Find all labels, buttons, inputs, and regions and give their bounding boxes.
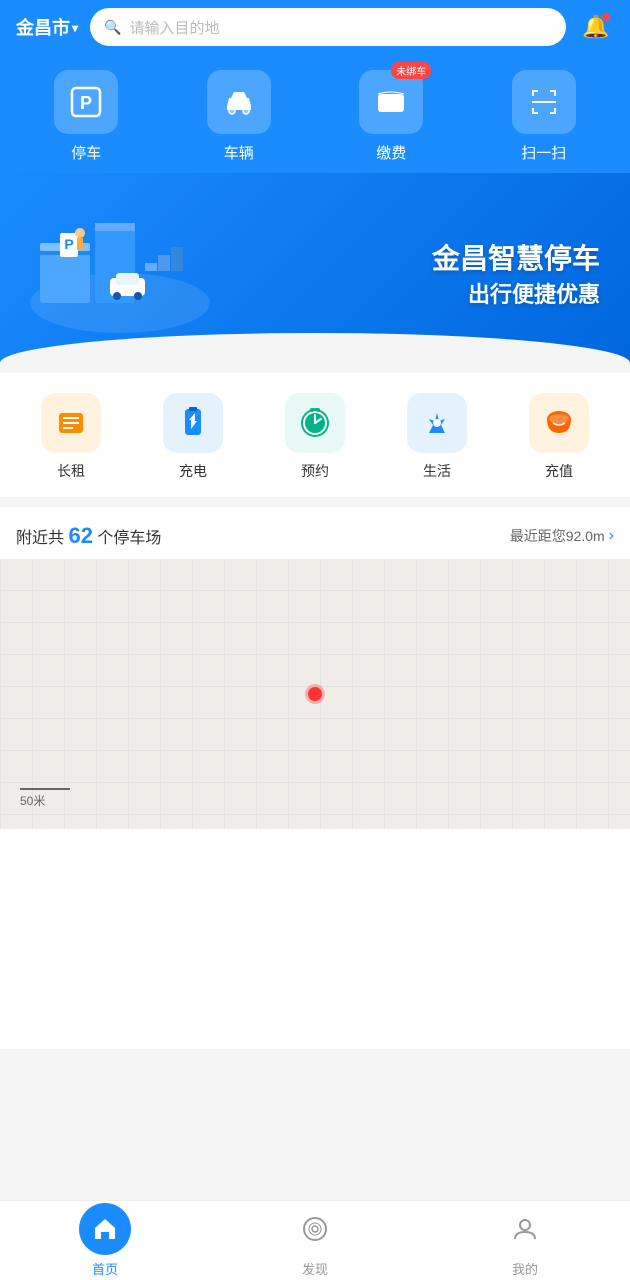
bottom-nav-mine[interactable]: 我的 [485, 1203, 565, 1278]
home-icon-wrap [79, 1203, 131, 1255]
nav-item-parking[interactable]: P 停车 [54, 70, 118, 163]
bottom-nav-home[interactable]: 首页 [65, 1203, 145, 1278]
service-item-reservation[interactable]: 预约 [285, 393, 345, 481]
city-selector[interactable]: 金昌市 ▾ [16, 14, 78, 40]
map-user-location [308, 687, 322, 701]
nav-item-vehicle[interactable]: 车辆 [207, 70, 271, 163]
parking-count-suffix: 个停车场 [97, 530, 161, 547]
home-label: 首页 [92, 1259, 118, 1278]
home-icon [91, 1215, 119, 1243]
parking-count: 附近共 62 个停车场 [16, 523, 161, 549]
reservation-icon [285, 393, 345, 453]
bottom-nav: 首页 发现 我的 [0, 1200, 630, 1280]
distance-chevron: › [609, 527, 614, 545]
recharge-icon [529, 393, 589, 453]
parking-icon-box: P [54, 70, 118, 134]
service-item-recharge[interactable]: 充值 [529, 393, 589, 481]
search-icon: 🔍 [104, 19, 121, 36]
banner-line1: 金昌智慧停车 [432, 237, 600, 277]
service-item-life[interactable]: 生活 [407, 393, 467, 481]
mine-icon-wrap [499, 1203, 551, 1255]
life-label: 生活 [423, 461, 451, 481]
notification-dot [602, 13, 610, 21]
mine-label: 我的 [512, 1259, 538, 1278]
search-bar[interactable]: 🔍 请输入目的地 [90, 8, 566, 46]
service-item-long-rent[interactable]: 长租 [41, 393, 101, 481]
services-row: 长租 充电 [10, 393, 620, 481]
payment-icon [373, 84, 409, 120]
parking-label: 停车 [71, 142, 101, 163]
search-placeholder: 请输入目的地 [129, 17, 219, 38]
map-scale: 50米 [20, 788, 70, 809]
scan-label: 扫一扫 [521, 142, 566, 163]
banner: P 金昌智慧停车 出行便捷优惠 [0, 173, 630, 373]
content-below-map [0, 829, 630, 1049]
vehicle-icon-box [207, 70, 271, 134]
banner-line2: 出行便捷优惠 [432, 277, 600, 309]
map-area[interactable]: 50米 [0, 559, 630, 829]
parking-distance[interactable]: 最近距您92.0m › [510, 526, 614, 546]
long-rent-label: 长租 [57, 461, 85, 481]
svg-text:P: P [80, 93, 92, 113]
parking-icon: P [68, 84, 104, 120]
map-scale-line [20, 788, 70, 790]
life-icon [407, 393, 467, 453]
recharge-label: 充值 [545, 461, 573, 481]
mine-icon [511, 1215, 539, 1243]
vehicle-icon [221, 84, 257, 120]
banner-illustration: P [10, 183, 230, 343]
scan-icon [526, 84, 562, 120]
long-rent-icon [41, 393, 101, 453]
distance-label: 最近距您92.0m [510, 526, 605, 546]
scan-icon-box [512, 70, 576, 134]
banner-text: 金昌智慧停车 出行便捷优惠 [432, 237, 600, 309]
discover-icon-wrap [289, 1203, 341, 1255]
parking-count-number: 62 [68, 523, 92, 548]
map-scale-label: 50米 [20, 792, 70, 809]
nav-item-payment[interactable]: 未绑车 缴费 [359, 70, 423, 163]
city-dropdown-icon: ▾ [72, 21, 78, 35]
nav-item-scan[interactable]: 扫一扫 [512, 70, 576, 163]
discover-icon [301, 1215, 329, 1243]
discover-label: 发现 [302, 1259, 328, 1278]
quick-nav: P 停车 车辆 未绑车 缴费 [0, 60, 630, 183]
service-item-charging[interactable]: 充电 [163, 393, 223, 481]
city-name: 金昌市 [16, 14, 70, 40]
payment-label: 缴费 [376, 142, 406, 163]
parking-count-prefix: 附近共 [16, 530, 64, 547]
services-section: 长租 充电 [0, 373, 630, 497]
notification-button[interactable]: 🔔 [578, 9, 614, 45]
parking-info: 附近共 62 个停车场 最近距您92.0m › [0, 507, 630, 559]
vehicle-label: 车辆 [224, 142, 254, 163]
payment-icon-box: 未绑车 [359, 70, 423, 134]
bottom-nav-discover[interactable]: 发现 [275, 1203, 355, 1278]
svg-text:P: P [64, 236, 73, 252]
reservation-label: 预约 [301, 461, 329, 481]
charging-icon [163, 393, 223, 453]
charging-label: 充电 [179, 461, 207, 481]
payment-badge: 未绑车 [391, 62, 431, 79]
header: 金昌市 ▾ 🔍 请输入目的地 🔔 [0, 0, 630, 60]
